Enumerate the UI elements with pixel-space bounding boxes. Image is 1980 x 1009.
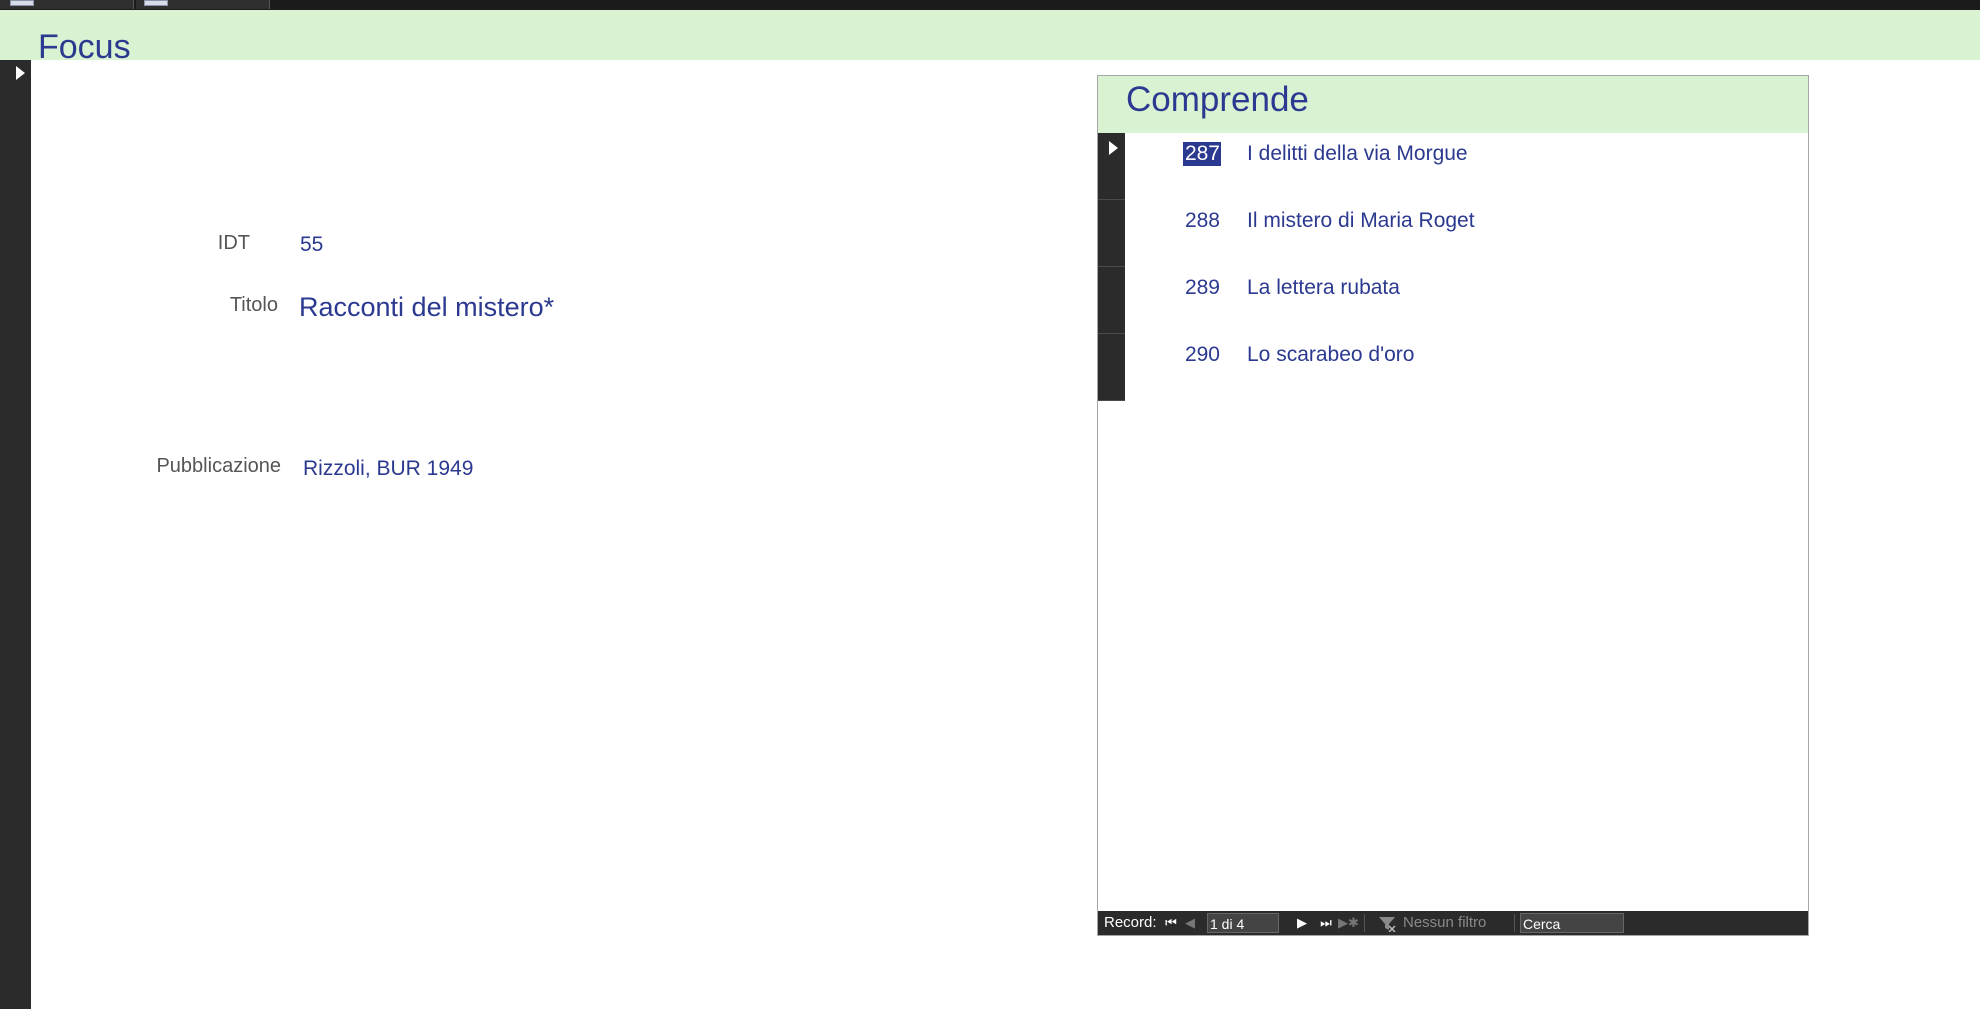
row-selector[interactable] <box>1098 200 1125 267</box>
nav-divider <box>1514 914 1515 932</box>
row-title-field[interactable]: Il mistero di Maria Roget <box>1247 209 1475 233</box>
titolo-label: Titolo <box>229 294 278 316</box>
table-row[interactable]: 289 La lettera rubata <box>1098 267 1808 334</box>
document-tab-strip <box>0 0 1980 10</box>
document-tab-2[interactable] <box>136 0 270 9</box>
first-record-icon[interactable]: ⏮ <box>1163 911 1179 935</box>
form-icon <box>10 0 34 6</box>
subform-header: Comprende <box>1098 76 1808 133</box>
record-label: Record: <box>1104 914 1157 931</box>
nav-divider <box>1364 914 1365 932</box>
pubblicazione-label: Pubblicazione <box>156 455 281 477</box>
document-tab-1[interactable] <box>0 0 134 9</box>
current-record-arrow-icon <box>16 66 25 80</box>
subform-title: Comprende <box>1126 80 1309 119</box>
row-id-field[interactable]: 289 <box>1183 276 1221 300</box>
table-row[interactable]: 287 I delitti della via Morgue <box>1098 133 1808 200</box>
filter-icon <box>1379 917 1396 932</box>
row-title-field[interactable]: I delitti della via Morgue <box>1247 142 1468 166</box>
current-record-arrow-icon <box>1109 141 1118 155</box>
row-id-field[interactable]: 288 <box>1183 209 1221 233</box>
row-selector[interactable] <box>1098 267 1125 334</box>
idt-label: IDT <box>217 232 250 254</box>
last-record-icon[interactable]: ⏭ <box>1318 911 1334 935</box>
search-input[interactable]: Cerca <box>1520 913 1624 933</box>
record-navigation-bar: Record: ⏮ ◀ 1 di 4 ▶ ⏭ ▶✱ Nessun filtro … <box>1098 911 1808 935</box>
current-record-input[interactable]: 1 di 4 <box>1207 913 1279 933</box>
titolo-field[interactable]: Racconti del mistero* <box>299 292 554 323</box>
form-icon <box>144 0 168 6</box>
row-id-field[interactable]: 290 <box>1183 343 1221 367</box>
row-id-field[interactable]: 287 <box>1183 142 1221 166</box>
pubblicazione-field[interactable]: Rizzoli, BUR 1949 <box>303 457 473 481</box>
next-record-icon[interactable]: ▶ <box>1294 911 1310 935</box>
new-record-icon[interactable]: ▶✱ <box>1338 911 1359 935</box>
form-header: Focus <box>0 10 1980 66</box>
row-title-field[interactable]: La lettera rubata <box>1247 276 1400 300</box>
table-row[interactable]: 290 Lo scarabeo d'oro <box>1098 334 1808 401</box>
row-selector[interactable] <box>1098 334 1125 401</box>
table-row[interactable]: 288 Il mistero di Maria Roget <box>1098 200 1808 267</box>
row-title-field[interactable]: Lo scarabeo d'oro <box>1247 343 1414 367</box>
record-selector[interactable] <box>0 60 31 1009</box>
previous-record-icon[interactable]: ◀ <box>1182 911 1198 935</box>
idt-field[interactable]: 55 <box>300 233 323 257</box>
form-title: Focus <box>38 28 131 66</box>
row-selector[interactable] <box>1098 133 1125 200</box>
comprende-subform: Comprende 287 I delitti della via Morgue… <box>1097 75 1809 936</box>
filter-status: Nessun filtro <box>1403 914 1487 931</box>
